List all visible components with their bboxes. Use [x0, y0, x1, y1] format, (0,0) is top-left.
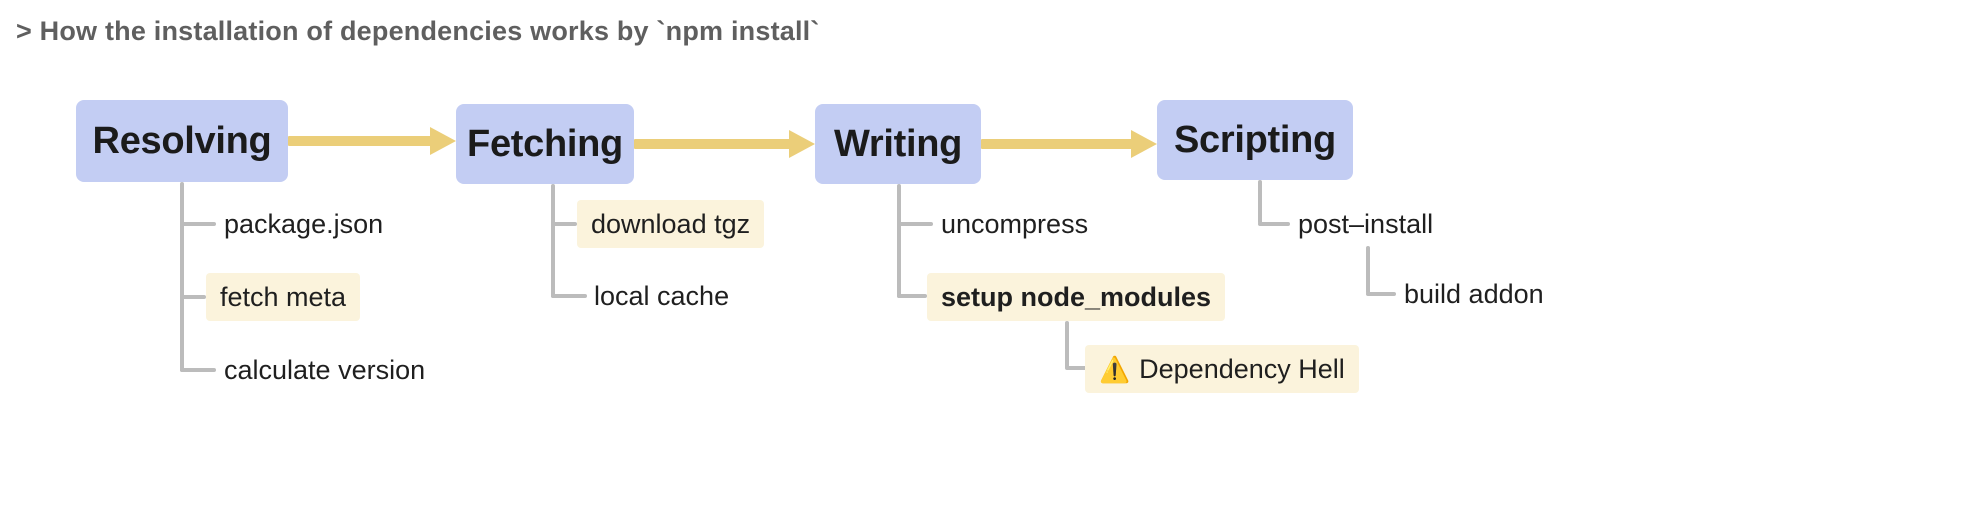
leaf-label: fetch meta	[220, 281, 347, 312]
arrow-shaft	[981, 139, 1133, 149]
connector-trunk-resolving	[180, 182, 184, 372]
connector-branch-resolving-2	[180, 295, 206, 299]
stage-box-scripting[interactable]: Scripting	[1157, 100, 1353, 180]
diagram-canvas: > How the installation of dependencies w…	[0, 0, 1986, 512]
stage-label: Scripting	[1174, 118, 1336, 161]
connector-branch-scripting-1	[1258, 222, 1290, 226]
stage-box-resolving[interactable]: Resolving	[76, 100, 288, 182]
leaf-post-install[interactable]: post–install	[1294, 202, 1437, 246]
leaf-setup-node-modules[interactable]: setup node_modules	[927, 273, 1226, 321]
connector-trunk-scripting	[1258, 180, 1262, 224]
connector-branch-resolving-3	[180, 368, 216, 372]
leaf-label: package.json	[224, 208, 384, 239]
connector-trunk-build-addon	[1366, 246, 1370, 294]
leaf-label: post–install	[1298, 208, 1434, 239]
leaf-fetch-meta[interactable]: fetch meta	[206, 273, 361, 321]
arrow-shaft	[634, 139, 791, 149]
stage-label: Fetching	[467, 122, 623, 165]
leaf-label: calculate version	[224, 354, 426, 385]
connector-branch-fetching-1	[551, 222, 577, 226]
leaf-dependency-hell[interactable]: ⚠️ Dependency Hell	[1085, 345, 1359, 393]
leaf-label: build addon	[1404, 278, 1544, 309]
leaf-label: Dependency Hell	[1139, 353, 1345, 384]
leaf-label: uncompress	[941, 208, 1089, 239]
arrow-head	[789, 130, 815, 158]
stage-box-writing[interactable]: Writing	[815, 104, 981, 184]
arrow-shaft	[288, 136, 432, 146]
leaf-label: local cache	[594, 280, 730, 311]
leaf-label: download tgz	[591, 208, 751, 239]
arrow-head	[430, 127, 456, 155]
stage-label: Writing	[833, 122, 963, 165]
stage-box-fetching[interactable]: Fetching	[456, 104, 634, 184]
leaf-local-cache[interactable]: local cache	[590, 274, 733, 318]
arrow-writing-to-scripting	[981, 130, 1157, 158]
leaf-package-json[interactable]: package.json	[220, 202, 387, 246]
arrow-fetching-to-writing	[634, 130, 815, 158]
connector-trunk-dependency-hell	[1065, 321, 1069, 369]
leaf-uncompress[interactable]: uncompress	[937, 202, 1092, 246]
arrow-resolving-to-fetching	[288, 127, 456, 155]
connector-trunk-fetching	[551, 184, 555, 298]
leaf-label: setup node_modules	[941, 281, 1212, 312]
page-title: > How the installation of dependencies w…	[16, 16, 820, 46]
leaf-calculate-version[interactable]: calculate version	[220, 348, 429, 392]
warning-triangle-icon: ⚠️	[1099, 355, 1131, 384]
connector-branch-fetching-2	[551, 294, 587, 298]
leaf-build-addon[interactable]: build addon	[1400, 272, 1548, 316]
connector-branch-writing-2	[897, 294, 927, 298]
leaf-download-tgz[interactable]: download tgz	[577, 200, 765, 248]
connector-trunk-writing	[897, 184, 901, 298]
connector-branch-resolving-1	[180, 222, 216, 226]
stage-label: Resolving	[92, 119, 272, 162]
arrow-head	[1131, 130, 1157, 158]
connector-branch-build-addon	[1366, 292, 1396, 296]
connector-branch-writing-1	[897, 222, 933, 226]
